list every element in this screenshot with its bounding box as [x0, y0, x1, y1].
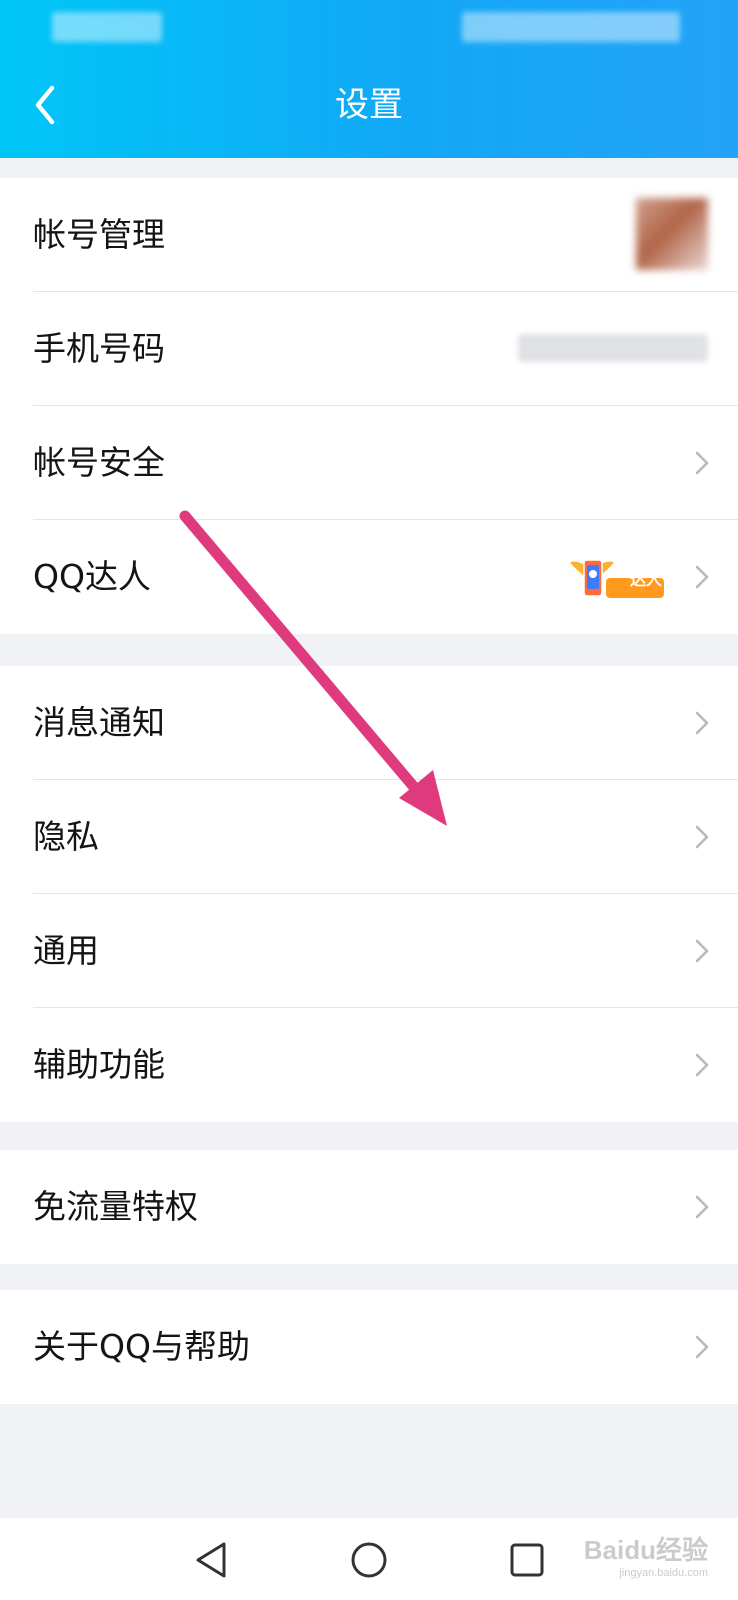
- row-label: 帐号管理: [33, 215, 165, 254]
- row-accessibility[interactable]: 辅助功能: [0, 1008, 738, 1122]
- row-privacy[interactable]: 隐私: [0, 780, 738, 894]
- chevron-right-icon: [695, 939, 709, 963]
- chevron-right-icon: [695, 1195, 709, 1219]
- chevron-right-icon: [695, 1335, 709, 1359]
- row-account-security[interactable]: 帐号安全: [0, 406, 738, 520]
- row-free-data-privilege[interactable]: 免流量特权: [0, 1150, 738, 1264]
- row-notifications[interactable]: 消息通知: [0, 666, 738, 780]
- recents-square-icon[interactable]: [505, 1538, 549, 1582]
- row-label: 手机号码: [33, 329, 165, 368]
- row-qq-daren[interactable]: QQ达人 达人: [0, 520, 738, 634]
- row-label: 隐私: [33, 817, 99, 856]
- row-general[interactable]: 通用: [0, 894, 738, 1008]
- row-phone-number[interactable]: 手机号码: [0, 292, 738, 406]
- avatar-blurred: [636, 198, 708, 270]
- qq-daren-badge: 达人: [566, 556, 666, 600]
- row-label: 帐号安全: [33, 443, 165, 482]
- row-account-management[interactable]: 帐号管理: [0, 178, 738, 292]
- settings-group-account: 帐号管理 手机号码 帐号安全 QQ达人 达人: [0, 178, 738, 634]
- settings-group-data-privilege: 免流量特权: [0, 1150, 738, 1264]
- row-label: 免流量特权: [33, 1187, 198, 1226]
- row-label: 消息通知: [33, 703, 165, 742]
- phone-number-blurred: [518, 334, 708, 362]
- row-label: 通用: [33, 931, 99, 970]
- badge-label: 达人: [629, 570, 662, 589]
- page-title: 设置: [335, 85, 403, 125]
- chevron-right-icon: [695, 1053, 709, 1077]
- row-about-and-help[interactable]: 关于QQ与帮助: [0, 1290, 738, 1404]
- row-label: QQ达人: [33, 557, 151, 596]
- back-triangle-icon[interactable]: [190, 1538, 234, 1582]
- chevron-right-icon: [695, 711, 709, 735]
- status-bar-right-blurred: [462, 12, 680, 42]
- row-label: 辅助功能: [33, 1045, 165, 1084]
- header-bar: 设置: [0, 0, 738, 158]
- baidu-watermark: Baidu经验 jingyan.baidu.com: [584, 1530, 708, 1579]
- chevron-right-icon: [695, 565, 709, 589]
- chevron-right-icon: [695, 825, 709, 849]
- home-circle-icon[interactable]: [347, 1538, 391, 1582]
- status-bar-left-blurred: [52, 12, 162, 42]
- row-label: 关于QQ与帮助: [33, 1327, 250, 1366]
- watermark-subtext: jingyan.baidu.com: [619, 1567, 708, 1579]
- watermark-text: Baidu经验: [583, 1535, 708, 1565]
- settings-group-about: 关于QQ与帮助: [0, 1290, 738, 1404]
- settings-group-general: 消息通知 隐私 通用 辅助功能: [0, 666, 738, 1122]
- chevron-right-icon: [695, 451, 709, 475]
